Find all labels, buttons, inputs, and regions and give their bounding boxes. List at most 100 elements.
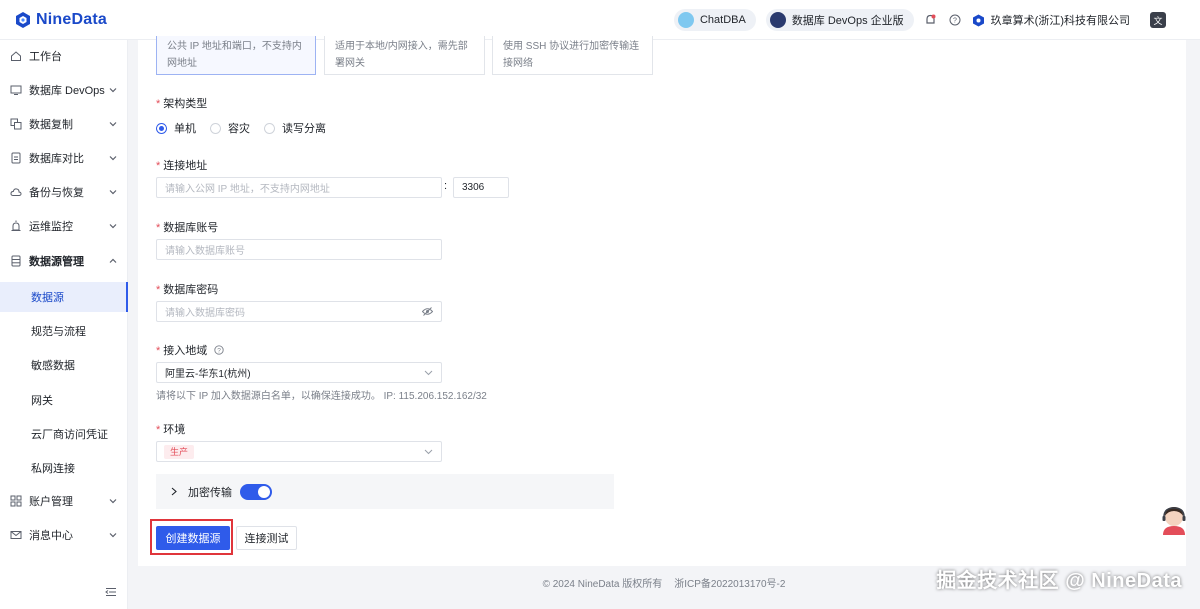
copyright: © 2024 NineData 版权所有	[542, 579, 663, 590]
environment-tag: 生产	[164, 445, 195, 459]
option-desc-line: 适用于本地/内网接入，需先部	[335, 41, 468, 52]
sidebar-item-label: 运维监控	[29, 221, 73, 233]
sidebar-item-monitoring[interactable]: 运维监控	[0, 212, 128, 240]
sidebar-item-replication[interactable]: 数据复制	[0, 110, 128, 138]
radio-label: 读写分离	[282, 123, 326, 135]
sidebar-item-datasource-management[interactable]: 数据源管理	[0, 247, 128, 275]
option-desc-line: 公共 IP 地址和端口，不支持内	[167, 41, 302, 52]
address-label: * 连接地址	[156, 160, 208, 172]
encrypt-toggle[interactable]	[240, 483, 272, 500]
alarm-icon	[11, 220, 21, 231]
region-label: * 接入地域 ?	[156, 342, 224, 358]
watermark: 掘金技术社区 @ NineData	[936, 570, 1182, 592]
arch-radio-standalone[interactable]: 单机	[156, 120, 196, 136]
chevron-down-icon	[109, 122, 117, 127]
monitor-icon	[10, 85, 22, 95]
radio-icon	[264, 122, 275, 134]
environment-label: * 环境	[156, 424, 186, 436]
environment-select[interactable]	[156, 441, 442, 462]
arch-radio-read-write-split[interactable]: 读写分离	[264, 120, 326, 136]
org-name: 玖章算术(浙江)科技有限公司	[990, 15, 1130, 27]
port-separator: :	[444, 180, 448, 192]
help-icon[interactable]: ?	[214, 345, 224, 355]
sidebar-item-messages[interactable]: 消息中心	[0, 521, 128, 549]
chatdba-button[interactable]: ChatDBA	[673, 9, 756, 31]
address-input[interactable]: 请输入公网 IP 地址，不支持内网地址	[156, 177, 442, 198]
sidebar-subitem-datasource[interactable]: 数据源	[0, 282, 128, 312]
language-icon[interactable]: 文	[1150, 12, 1166, 28]
port-input[interactable]: 3306	[453, 177, 509, 198]
test-connection-button[interactable]: 连接测试	[236, 526, 297, 550]
icp-link[interactable]: 浙ICP备2022013170号-2	[674, 575, 785, 595]
option-desc-line: 接网络	[503, 58, 533, 69]
password-input[interactable]: 请输入数据库密码	[156, 301, 442, 322]
sidebar: 工作台 数据库 DevOps 数据复制 数据库对比 备份与恢复 运维监控 数据源…	[0, 40, 128, 609]
org-logo-icon	[972, 14, 984, 26]
sidebar-item-label: 工作台	[29, 51, 62, 63]
ninedata-logo-icon	[16, 11, 30, 28]
access-option-gateway[interactable]: 适用于本地/内网接入，需先部 署网关	[324, 36, 485, 75]
access-option-public-ip[interactable]: 公共 IP 地址和端口，不支持内 网地址	[156, 36, 316, 75]
password-placeholder: 请输入数据库密码	[165, 308, 245, 319]
chevron-down-icon	[109, 533, 117, 538]
radio-checked-icon	[156, 122, 167, 134]
devops-edition-button[interactable]: 数据库 DevOps 企业版	[765, 9, 914, 31]
ai-icon	[677, 12, 694, 28]
sidebar-item-devops[interactable]: 数据库 DevOps	[0, 76, 128, 104]
sidebar-item-label: 消息中心	[29, 530, 73, 542]
help-icon[interactable]: ?	[948, 13, 962, 27]
encrypt-label: 加密传输	[188, 486, 232, 499]
support-avatar-icon[interactable]	[1160, 505, 1188, 535]
chatdba-label: ChatDBA	[699, 14, 746, 26]
account-input[interactable]: 请输入数据库账号	[156, 239, 442, 260]
encrypt-transfer-section[interactable]: 加密传输	[156, 474, 614, 509]
sidebar-subitem-label: 私网连接	[31, 463, 75, 475]
create-datasource-button[interactable]: 创建数据源	[156, 526, 230, 550]
sidebar-subitem-label: 数据源	[31, 292, 64, 304]
sidebar-item-workbench[interactable]: 工作台	[0, 42, 128, 70]
option-desc-line: 署网关	[335, 58, 365, 69]
database-icon	[11, 255, 21, 267]
account-label: * 数据库账号	[156, 222, 219, 234]
chevron-up-icon	[109, 258, 117, 263]
access-option-ssh[interactable]: 使用 SSH 协议进行加密传输连 接网络	[492, 36, 653, 75]
sidebar-subitem-cloud-credentials[interactable]: 云厂商访问凭证	[0, 419, 128, 449]
sidebar-item-compare[interactable]: 数据库对比	[0, 144, 128, 172]
org-switcher[interactable]: 玖章算术(浙江)科技有限公司	[972, 12, 1130, 28]
sidebar-subitem-gateway[interactable]: 网关	[0, 385, 128, 415]
compare-icon	[11, 152, 21, 164]
eye-off-icon[interactable]	[422, 307, 433, 316]
mail-icon	[10, 531, 22, 539]
bell-icon[interactable]	[924, 13, 938, 27]
collapse-menu-icon[interactable]	[105, 586, 117, 598]
chevron-down-icon	[424, 449, 433, 455]
option-desc-line: 网地址	[167, 58, 197, 69]
logo[interactable]: NineData	[14, 11, 107, 29]
create-datasource-form: 公共 IP 地址和端口，不支持内 网地址 适用于本地/内网接入，需先部 署网关 …	[138, 36, 1186, 566]
sidebar-item-label: 数据库 DevOps	[29, 85, 105, 97]
radio-label: 容灾	[228, 123, 250, 135]
sidebar-item-label: 数据复制	[29, 119, 73, 131]
radio-icon	[210, 122, 221, 134]
chevron-down-icon	[109, 156, 117, 161]
sidebar-item-label: 账户管理	[29, 496, 73, 508]
arch-radio-disaster-recovery[interactable]: 容灾	[210, 120, 250, 136]
chevron-down-icon	[109, 224, 117, 229]
region-select[interactable]: 阿里云-华东1(杭州)	[156, 362, 442, 383]
chevron-right-icon	[171, 487, 177, 496]
chevron-down-icon	[109, 499, 117, 504]
sidebar-item-label: 备份与恢复	[29, 187, 84, 199]
password-label: * 数据库密码	[156, 284, 219, 296]
sidebar-item-label: 数据源管理	[29, 256, 84, 268]
sidebar-item-backup[interactable]: 备份与恢复	[0, 178, 128, 206]
region-value: 阿里云-华东1(杭州)	[165, 369, 251, 380]
svg-text:?: ?	[953, 18, 957, 25]
cloud-icon	[10, 188, 22, 196]
sidebar-subitem-rules[interactable]: 规范与流程	[0, 316, 128, 346]
option-desc-line: 使用 SSH 协议进行加密传输连	[503, 41, 640, 52]
sidebar-item-account[interactable]: 账户管理	[0, 487, 128, 515]
chevron-down-icon	[424, 370, 433, 376]
sidebar-subitem-sensitive-data[interactable]: 敏感数据	[0, 350, 128, 380]
sidebar-subitem-private-link[interactable]: 私网连接	[0, 453, 128, 483]
devops-edition-label: 数据库 DevOps 企业版	[791, 15, 904, 27]
